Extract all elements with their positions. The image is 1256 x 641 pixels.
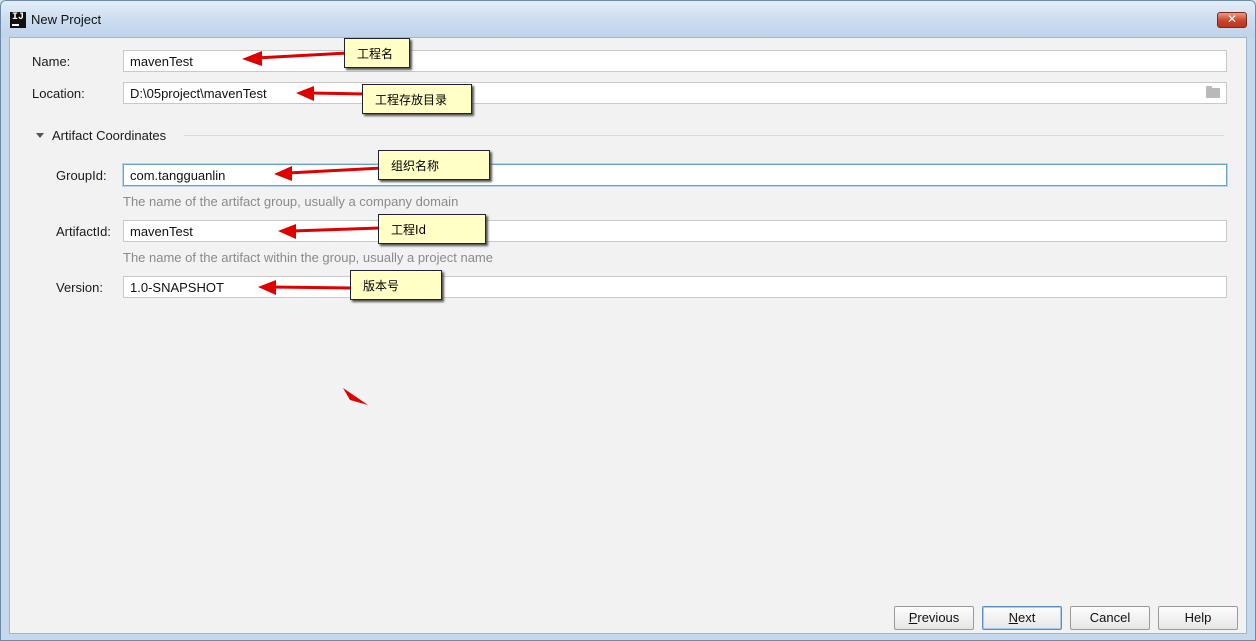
arrow-name bbox=[242, 51, 349, 66]
stray-arrowhead bbox=[343, 388, 368, 405]
arrow-groupid bbox=[274, 166, 383, 181]
callout-groupid: 组织名称 bbox=[378, 150, 490, 180]
arrow-location bbox=[296, 86, 367, 101]
arrow-artifactid bbox=[278, 224, 381, 239]
callout-artifactid: 工程Id bbox=[378, 214, 486, 244]
annotation-arrows bbox=[242, 51, 383, 405]
callout-version: 版本号 bbox=[350, 270, 442, 300]
callout-name: 工程名 bbox=[344, 38, 410, 68]
arrow-version bbox=[258, 280, 353, 295]
callout-location: 工程存放目录 bbox=[362, 84, 472, 114]
